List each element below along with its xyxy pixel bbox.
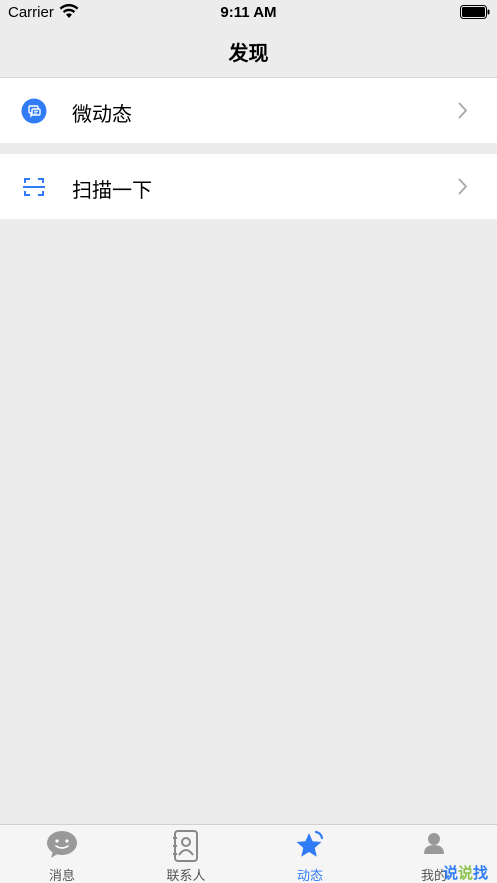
cell-scan[interactable]: 扫描一下	[0, 154, 497, 219]
tab-bar: 消息 联系人 动态 我的	[0, 824, 497, 883]
status-bar: Carrier 9:11 AM	[0, 0, 497, 26]
chevron-right-icon	[458, 178, 468, 200]
page-title: 发现	[228, 43, 269, 65]
cell-moments[interactable]: 微动态	[0, 78, 497, 143]
cell-moments-label: 微动态	[72, 104, 132, 126]
contacts-icon	[172, 830, 200, 867]
watermark-char: 说	[443, 865, 459, 882]
tab-contacts[interactable]: 联系人	[124, 825, 248, 883]
navigation-bar: 发现	[0, 26, 497, 78]
tab-contacts-label: 联系人	[166, 868, 206, 883]
tab-moments[interactable]: 动态	[248, 825, 372, 883]
battery-icon	[460, 5, 490, 24]
message-icon	[46, 830, 78, 865]
cell-scan-label: 扫描一下	[72, 180, 152, 202]
watermark-char: 说	[458, 865, 474, 882]
watermark: 说说找	[443, 862, 488, 883]
chevron-right-icon	[458, 102, 468, 124]
watermark-char: 找	[473, 865, 489, 882]
tab-messages-label: 消息	[48, 868, 75, 883]
chat-bubble-icon	[21, 98, 47, 124]
person-icon	[422, 830, 446, 863]
discover-screen: Carrier 9:11 AM 发现 微动态 扫描一下 消息 联系人 动态 我的…	[0, 0, 497, 883]
star-icon	[294, 830, 326, 867]
clock-time: 9:11 AM	[220, 4, 277, 21]
tab-messages[interactable]: 消息	[0, 825, 124, 883]
tab-moments-label: 动态	[296, 868, 323, 883]
scan-icon	[21, 174, 47, 200]
